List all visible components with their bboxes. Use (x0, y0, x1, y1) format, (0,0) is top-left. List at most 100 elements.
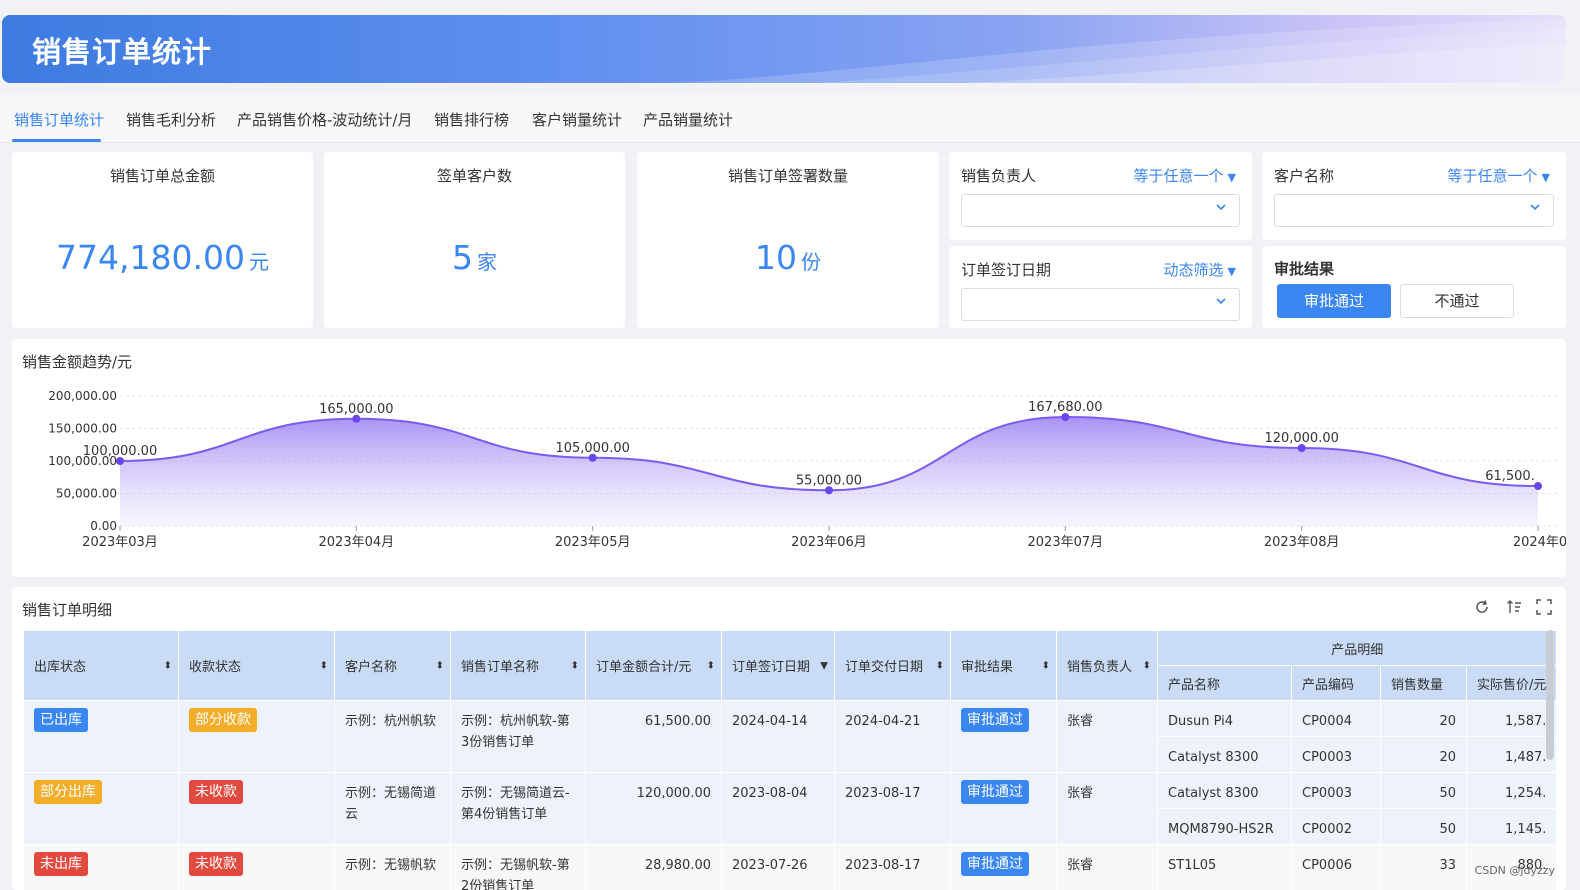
filter-mode-dropdown[interactable]: 动态筛选 ▼ (1164, 259, 1236, 280)
owner-cell: 张睿 (1067, 714, 1094, 729)
caret-down-icon: ▼ (1541, 171, 1550, 184)
table-row[interactable]: 未出库 未收款 示例：无锡帆软 示例：无锡帆软-第2份销售订单 28,980.00 202… (23, 844, 1558, 890)
y-tick-label: 200,000.00 (48, 389, 117, 403)
col-header-deliver-date[interactable]: 订单交付日期 ⬍ (834, 630, 951, 701)
col-header-owner[interactable]: 销售负责人 ⬍ (1056, 630, 1158, 701)
fullscreen-icon[interactable] (1536, 599, 1552, 615)
kpi-card-customers: 签单客户数 5家 (324, 152, 625, 328)
x-tick-label: 2023年04月 (319, 535, 395, 550)
qty-cell: 50 (1439, 822, 1456, 837)
data-label: 165,000.00 (319, 402, 393, 417)
owner-cell: 张睿 (1067, 858, 1094, 873)
approval-badge: 审批通过 (961, 708, 1029, 732)
col-header-pay-status[interactable]: 收款状态 ⬍ (178, 630, 335, 701)
page-title: 销售订单统计 (32, 35, 213, 69)
tab-price-fluctuation[interactable]: 产品销售价格-波动统计/月 (237, 109, 412, 130)
order-name-cell: 示例：杭州帆软-第3份销售订单 (461, 714, 570, 750)
sort-icon[interactable]: ⬍ (936, 660, 944, 671)
sort-icon[interactable]: ⬍ (707, 660, 715, 671)
product-name-cell: MQM8790-HS2R (1168, 822, 1274, 837)
filter-customer-name: 客户名称 等于任意一个 ▼ (1262, 152, 1566, 240)
kpi-title: 销售订单签署数量 (727, 167, 848, 185)
kpi-title: 签单客户数 (436, 167, 512, 185)
product-name-cell: ST1L05 (1168, 858, 1217, 873)
product-name-cell: Catalyst 8300 (1168, 786, 1259, 801)
sort-icon[interactable]: ⬍ (1143, 660, 1151, 671)
ship-status-badge: 未出库 (34, 852, 88, 876)
product-code-cell: CP0003 (1302, 750, 1353, 765)
table-scrollbar[interactable] (1546, 630, 1554, 760)
sort-icon[interactable]: ⬍ (320, 660, 328, 671)
filter-mode-dropdown[interactable]: 等于任意一个 ▼ (1134, 165, 1236, 186)
price-cell: 1,254. (1505, 786, 1547, 801)
x-tick-label: 2023年07月 (1028, 535, 1104, 550)
page-banner: 销售订单统计 (2, 15, 1566, 83)
qty-cell: 33 (1439, 858, 1456, 873)
tab-product-sales[interactable]: 产品销量统计 (643, 109, 733, 130)
col-header-qty: 销售数量 (1380, 665, 1467, 701)
sales-owner-select[interactable] (961, 194, 1240, 227)
order-name-cell: 示例：无锡简道云-第4份销售订单 (461, 786, 570, 822)
col-header-product-code: 产品编码 (1291, 665, 1381, 701)
col-header-approval[interactable]: 审批结果 ⬍ (950, 630, 1057, 701)
col-header-customer[interactable]: 客户名称 ⬍ (334, 630, 451, 701)
tab-sales-order-stats[interactable]: 销售订单统计 (14, 109, 104, 130)
table-row[interactable]: 部分出库 未收款 示例：无锡简道云 示例：无锡简道云-第4份销售订单 120,000.0… (23, 772, 1558, 845)
refresh-icon[interactable] (1474, 599, 1490, 615)
x-tick-label: 2023年06月 (791, 535, 867, 550)
sort-icon[interactable]: ⬍ (436, 660, 444, 671)
filter-label: 销售负责人 (961, 167, 1037, 185)
product-code-cell: CP0002 (1302, 822, 1353, 837)
col-header-amount[interactable]: 订单金额合计/元 ⬍ (585, 630, 722, 701)
sort-icon[interactable]: ⬍ (571, 660, 579, 671)
tab-sales-ranking[interactable]: 销售排行榜 (434, 109, 509, 130)
active-tab-indicator (12, 139, 101, 142)
sort-icon[interactable]: ⬍ (164, 660, 172, 671)
col-header-order-name[interactable]: 销售订单名称 ⬍ (450, 630, 586, 701)
kpi-value: 774,180.00 元 (56, 238, 269, 277)
approved-button[interactable]: 审批通过 (1277, 284, 1391, 318)
kpi-value: 5家 (452, 238, 497, 277)
customer-cell: 示例：无锡帆软 (345, 858, 437, 873)
sort-list-icon[interactable] (1506, 599, 1522, 615)
qty-cell: 20 (1439, 714, 1456, 729)
caret-down-icon: ▼ (1227, 171, 1236, 184)
data-label: 105,000.00 (555, 441, 629, 456)
col-header-sign-date[interactable]: 订单签订日期 ▼ (721, 630, 835, 701)
sales-trend-chart: 0.00 50,000.00 100,000.00 150,000.00 200,000… (48, 389, 1566, 550)
pay-status-badge: 未收款 (189, 780, 243, 804)
tab-bar: 销售订单统计 销售毛利分析 产品销售价格-波动统计/月 销售排行榜 客户销量统计… (0, 95, 1580, 143)
x-tick-label: 2023年03月 (82, 535, 158, 550)
rejected-button[interactable]: 不通过 (1400, 284, 1514, 318)
sales-trend-chart-card: 销售金额趋势/元 0.00 50,000.00 100,000.00 150,000.… (12, 339, 1566, 577)
product-code-cell: CP0003 (1302, 786, 1353, 801)
sort-desc-icon[interactable]: ▼ (820, 660, 828, 671)
tab-customer-sales[interactable]: 客户销量统计 (532, 109, 622, 130)
kpi-title: 销售订单总金额 (109, 167, 215, 185)
kpi-card-total-amount: 销售订单总金额 774,180.00 元 (12, 152, 313, 328)
kpi-value: 10 份 (755, 238, 821, 277)
product-name-cell: Dusun Pi4 (1168, 714, 1234, 729)
table-row[interactable]: 已出库 部分收款 示例：杭州帆软 示例：杭州帆软-第3份销售订单 61,500.00 20… (23, 700, 1558, 773)
ship-status-badge: 部分出库 (34, 780, 102, 804)
owner-cell: 张睿 (1067, 786, 1094, 801)
filter-mode-dropdown[interactable]: 等于任意一个 ▼ (1448, 165, 1550, 186)
y-tick-label: 150,000.00 (48, 422, 117, 436)
order-date-select[interactable] (961, 288, 1240, 321)
watermark: CSDN @jdyzzy (1474, 864, 1555, 877)
customer-name-select[interactable] (1274, 194, 1554, 227)
filter-label: 客户名称 (1274, 167, 1335, 185)
tab-gross-profit[interactable]: 销售毛利分析 (126, 109, 216, 130)
col-header-product-name: 产品名称 (1157, 665, 1292, 701)
amount-cell: 61,500.00 (644, 714, 711, 729)
data-point[interactable] (1534, 482, 1542, 491)
filter-label: 审批结果 (1274, 260, 1335, 278)
y-tick-label: 0.00 (90, 519, 117, 533)
price-cell: 1,145. (1505, 822, 1547, 837)
sign-date-cell: 2023-07-26 (732, 858, 808, 873)
kpi-card-order-count: 销售订单签署数量 10 份 (637, 152, 939, 328)
caret-down-icon: ▼ (1227, 265, 1236, 278)
col-header-ship-status[interactable]: 出库状态 ⬍ (23, 630, 179, 701)
ship-status-badge: 已出库 (34, 708, 88, 732)
sort-icon[interactable]: ⬍ (1042, 660, 1050, 671)
